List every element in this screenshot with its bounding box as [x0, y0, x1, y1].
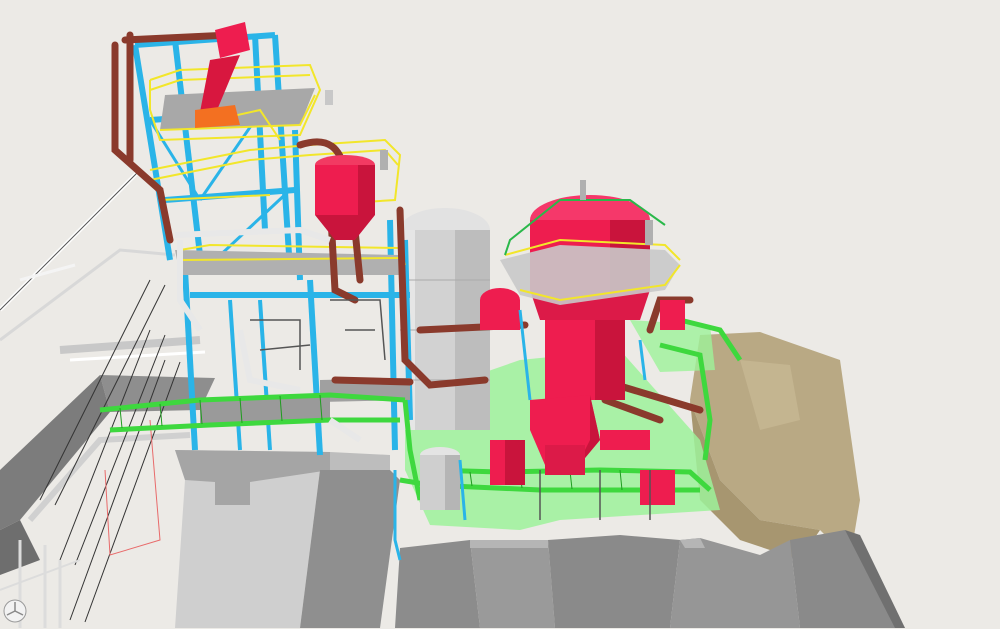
concrete-slab [175, 450, 400, 628]
3d-model-viewport[interactable] [0, 0, 1000, 628]
grey-silo [400, 208, 490, 430]
grey-small-vessel [420, 447, 460, 510]
building-bays [395, 530, 905, 628]
axis-orientation-icon[interactable] [2, 598, 28, 624]
